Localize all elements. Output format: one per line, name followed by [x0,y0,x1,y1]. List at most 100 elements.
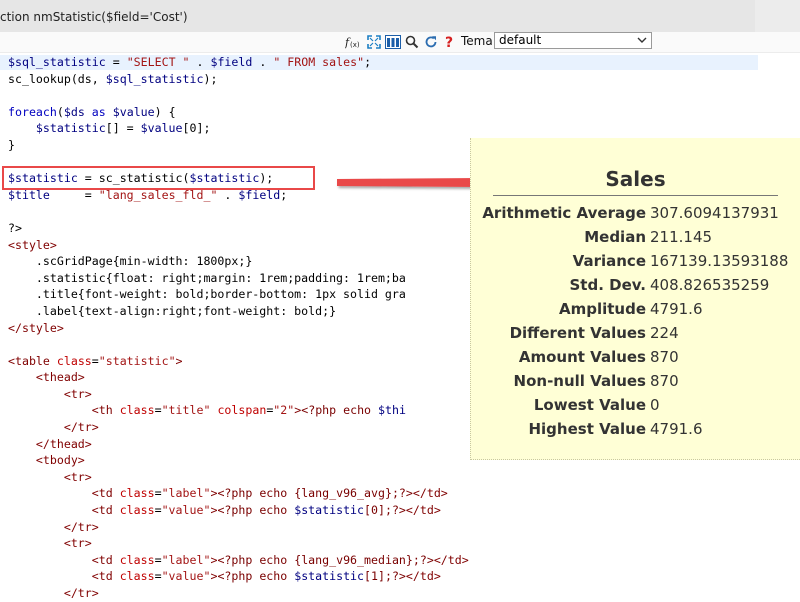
search-icon[interactable] [405,34,419,49]
code-token: </style> [8,320,64,335]
code-token: [0];?> [364,503,406,518]
code-token: <?php echo [301,403,379,418]
statistic-value: 307.6094137931 [650,204,779,222]
window-title: ction nmStatistic($field='Cost') [0,10,188,24]
statistic-row: Median 211.145 [471,228,800,252]
code-token: <td [91,552,120,567]
code-line: $sql_statistic = "SELECT " . $field . " … [8,54,788,71]
code-line: <td class="label"><?php echo {lang_v96_a… [8,485,788,502]
code-token: = [154,569,162,584]
chevron-down-icon [637,34,647,51]
code-line: <tr> [8,469,788,486]
statistics-table: Arithmetic Average 307.6094137931 Median 21… [471,204,800,444]
code-token: $ds [63,104,85,119]
statistic-label: Arithmetic Average [482,204,646,222]
statistic-row: Highest Value 4791.6 [471,420,800,444]
code-token: = [105,55,127,69]
code-token: as [91,104,106,119]
code-token: } [8,137,15,152]
code-token: .scGridPage{min-width: 1800px;} [8,254,253,269]
code-line: </tr> [8,585,788,602]
statistic-value: 870 [650,348,679,366]
code-line: <td class="value"><?php echo $statistic[… [8,568,788,585]
code-token: $statistic [294,569,365,584]
code-token: </td> [405,503,441,518]
statistic-value: 870 [650,372,679,390]
code-token: [0]; [182,121,211,136]
code-token: "label" [161,552,211,567]
statistics-panel: Sales Arithmetic Average 307.6094137931 Me… [470,138,800,460]
code-token: <table [8,353,57,368]
code-token: "value" [161,503,211,518]
statistic-label: Amplitude [558,300,646,318]
code-token: $thi [378,403,406,418]
code-token: " FROM sales" [273,55,365,69]
code-token: ) { [154,104,176,119]
code-token: <thead> [35,370,85,385]
code-token: </tr> [63,519,99,534]
statistic-label: Lowest Value [533,396,646,414]
code-token: = [154,486,162,501]
code-token: <tr> [63,536,92,551]
fullscreen-icon[interactable] [367,34,381,49]
statistic-value: 4791.6 [650,300,703,318]
code-token: ( [56,104,64,119]
code-token: <tr> [63,386,92,401]
statistic-row: Amplitude 4791.6 [471,300,800,324]
code-token: <?php echo {lang_v96_median};?> [217,552,434,567]
tema-label: Tema [461,34,493,48]
code-line: $statistic[] = $value[0]; [8,120,788,137]
code-line: </tr> [8,519,788,536]
code-token: <?php echo [217,569,295,584]
statistic-label: Amount Values [518,348,646,366]
layout-icon[interactable] [385,34,401,49]
highlight-box [2,166,315,190]
code-token: <tr> [63,469,92,484]
svg-text:?: ? [445,35,453,49]
code-token: </td> [433,552,469,567]
statistic-label: Variance [572,252,646,270]
code-token: "SELECT " [126,55,190,69]
code-token: </td> [412,486,448,501]
code-token: [1];?> [364,569,406,584]
statistic-row: Non-null Values 870 [471,372,800,396]
code-token: <style> [8,237,57,252]
code-token: .statistic{float: right;margin: 1rem;pad… [8,270,406,285]
help-icon[interactable]: ? [444,34,458,51]
code-token: <td [91,486,120,501]
code-token: <?php echo [217,503,295,518]
tema-select[interactable]: default [494,32,652,49]
fx-icon[interactable]: f (x) [344,34,360,49]
statistic-row: Arithmetic Average 307.6094137931 [471,204,800,228]
code-token: = [154,552,162,567]
code-token: $statistic [294,503,365,518]
statistic-label: Median [584,228,646,246]
refresh-icon[interactable] [424,34,438,48]
code-token: ; [364,55,372,69]
code-token: ); [203,71,218,86]
statistic-value: 0 [650,396,660,414]
code-token: sc_lookup(ds, [8,71,106,86]
code-line: <tr> [8,535,788,552]
code-token: . [252,55,274,69]
tema-select-value: default [499,33,542,47]
code-token: </td> [405,569,441,584]
code-token: $value [112,104,155,119]
code-token: ?> [8,220,22,235]
code-token: $sql_statistic [105,71,204,86]
code-token: $field [210,55,253,69]
code-token: </tr> [63,420,99,435]
code-line: sc_lookup(ds, $sql_statistic); [8,71,788,88]
